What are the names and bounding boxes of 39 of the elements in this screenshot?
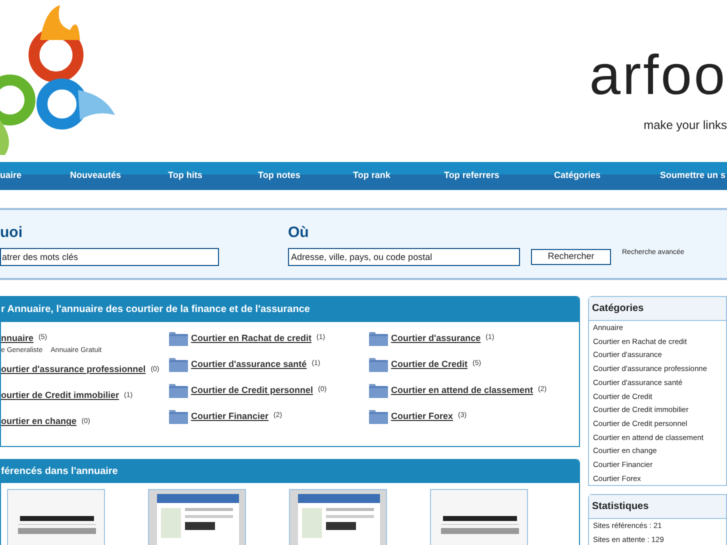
what-label: uoi <box>0 223 24 243</box>
category-link[interactable]: ourtier de Credit immobilier <box>1 389 120 403</box>
category-link[interactable]: ourtier d'assurance professionnel <box>1 363 146 377</box>
folder-icon <box>369 410 388 424</box>
panel-title: r Annuaire, l'annuaire des courtier de la finance et de l'assurance <box>1 303 310 317</box>
category-link[interactable]: nnuaire <box>1 332 34 346</box>
nav-link[interactable]: uaire <box>0 169 70 183</box>
logo-text: arfoo <box>589 42 727 108</box>
nav-link[interactable]: Top referrers <box>444 169 554 183</box>
where-label: Où <box>288 223 310 243</box>
category-link[interactable]: Courtier d'assurance santé <box>191 358 307 372</box>
nav-link[interactable]: Catégories <box>554 169 660 183</box>
category-link[interactable]: Courtier d'assurance <box>391 332 481 346</box>
category-link[interactable]: Courtier Financier <box>191 410 269 424</box>
category-link[interactable]: Courtier en Rachat de credit <box>191 332 312 346</box>
nav-link[interactable]: Nouveautés <box>70 169 168 183</box>
category-link[interactable]: Courtier de Credit personnel <box>191 384 314 398</box>
folder-icon <box>369 384 388 398</box>
folder-icon <box>169 332 188 346</box>
nav-link[interactable]: Top hits <box>168 169 258 183</box>
nav-link[interactable]: Top rank <box>353 169 444 183</box>
category-link[interactable]: ourtier en change <box>1 415 77 429</box>
tagline: make your links <box>644 117 727 134</box>
folder-icon <box>169 410 188 424</box>
category-link[interactable]: Courtier en attend de classement <box>391 384 534 398</box>
keywords-field[interactable]: atrer des mots clés <box>0 248 219 266</box>
panel-title: férencés dans l'annuaire <box>1 465 118 479</box>
folder-icon <box>369 332 388 346</box>
nav-link[interactable]: Top notes <box>258 169 353 183</box>
category-link[interactable]: Courtier de Credit <box>391 358 468 372</box>
folder-icon <box>169 384 188 398</box>
category-link[interactable]: Courtier Forex <box>391 410 454 424</box>
box-title: Catégories <box>592 302 644 316</box>
folder-icon <box>169 358 188 372</box>
box-title: Statistiques <box>592 500 649 514</box>
folder-icon <box>369 358 388 372</box>
location-field[interactable]: Adresse, ville, pays, ou code postal <box>288 248 520 266</box>
search-button[interactable]: Rechercher <box>531 248 611 264</box>
nav-link[interactable]: Soumettre un s <box>660 169 727 183</box>
